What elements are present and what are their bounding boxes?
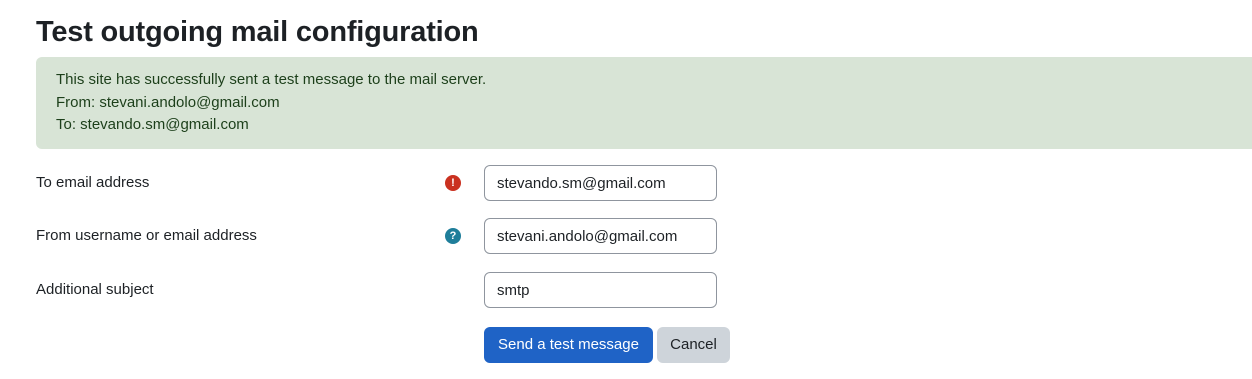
cancel-button[interactable]: Cancel — [657, 327, 730, 363]
required-exclamation-icon: ! — [445, 175, 461, 191]
from-user-label: From username or email address — [36, 227, 257, 244]
to-email-input[interactable] — [484, 165, 717, 201]
page-title: Test outgoing mail configuration — [36, 16, 479, 48]
send-test-message-button[interactable]: Send a test message — [484, 327, 653, 363]
alert-to: To: stevando.sm@gmail.com — [56, 116, 249, 133]
to-email-label: To email address — [36, 174, 150, 191]
alert-message: This site has successfully sent a test m… — [56, 71, 487, 88]
from-user-input[interactable] — [484, 218, 717, 254]
form-row-from-user: From username or email address ? — [36, 218, 736, 254]
success-alert: This site has successfully sent a test m… — [36, 57, 1252, 149]
subject-input[interactable] — [484, 272, 717, 308]
help-question-icon[interactable]: ? — [445, 228, 461, 244]
page: Test outgoing mail configuration This si… — [0, 0, 1252, 379]
subject-label: Additional subject — [36, 281, 154, 298]
form-row-subject: Additional subject — [36, 272, 736, 308]
form-row-to-email: To email address ! — [36, 165, 736, 201]
alert-from: From: stevani.andolo@gmail.com — [56, 93, 280, 111]
